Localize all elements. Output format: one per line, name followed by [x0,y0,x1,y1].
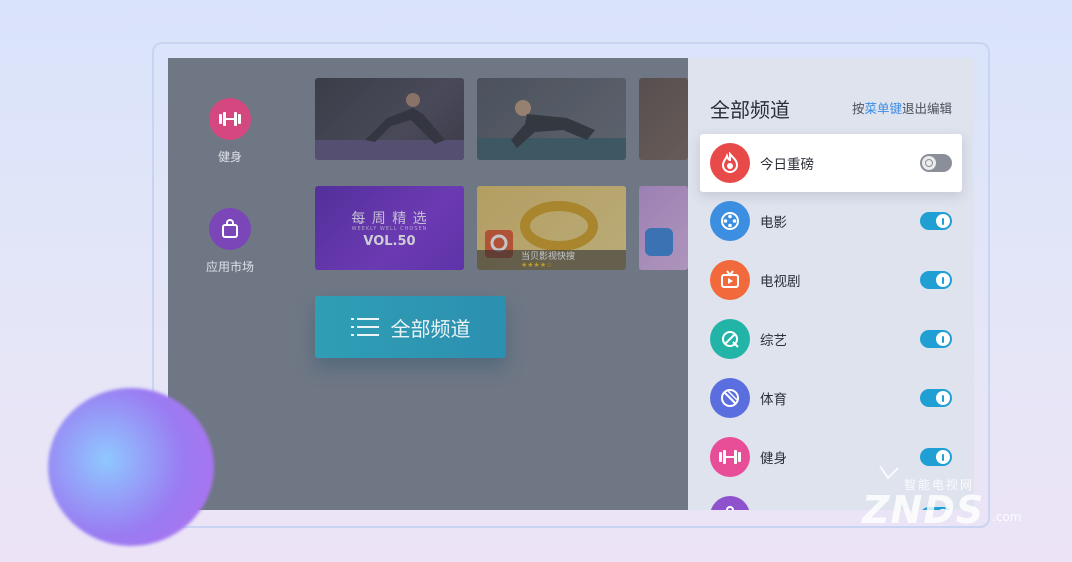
channel-row-variety[interactable]: 综艺 [700,310,962,368]
panel-hint: 按菜单键退出编辑 [852,98,952,117]
fitness-video-tile-3[interactable] [639,78,688,160]
shopping-bag-icon [209,208,251,250]
left-nav-item-app-market[interactable]: 应用市场 [170,208,290,275]
channel-row-movie[interactable]: 电影 [700,192,962,250]
channel-toggle[interactable] [920,271,952,289]
tv-screen: 健身 应用市场 每 周 精 选 WEEKLY WELL CHOSEN VOL.5… [168,58,974,510]
panel-title: 全部频道 [710,94,790,123]
app-promo-tile[interactable]: 当贝影视快搜 ★★★★☆ [477,186,626,270]
channel-row-headline[interactable]: 今日重磅 [700,134,962,192]
tv-icon [710,260,750,300]
weekly-picks-banner[interactable]: 每 周 精 选 WEEKLY WELL CHOSEN VOL.50 [315,186,464,270]
channel-toggle[interactable] [920,330,952,348]
channel-label: 体育 [760,388,787,408]
channel-toggle[interactable] [920,212,952,230]
channel-label: 健身 [760,447,787,467]
variety-icon [710,319,750,359]
channel-label: 综艺 [760,329,787,349]
channel-edit-panel: 全部频道 按菜单键退出编辑 今日重磅 电影 电视剧 [688,58,974,510]
shopping-bag-icon [710,496,750,510]
ball-icon [710,378,750,418]
dumbbell-icon [710,437,750,477]
channel-row-tv-series[interactable]: 电视剧 [700,251,962,309]
all-channels-button-label: 全部频道 [391,313,471,342]
channel-label: 电影 [760,211,787,231]
dumbbell-icon [209,98,251,140]
film-reel-icon [710,201,750,241]
list-menu-icon [351,316,379,338]
app-promo-tile-partial[interactable] [639,186,688,270]
channel-label: 今日重磅 [760,153,814,173]
left-nav-label: 健身 [170,148,290,165]
channel-toggle[interactable] [920,389,952,407]
decorative-gradient-circle [48,388,214,546]
left-nav-label: 应用市场 [170,258,290,275]
fire-icon [710,143,750,183]
znds-watermark: 智能电视网 ZNDS .com [860,462,1030,532]
channel-toggle[interactable] [920,154,952,172]
channel-row-sports[interactable]: 体育 [700,369,962,427]
left-nav-item-fitness[interactable]: 健身 [170,98,290,165]
fitness-video-tile-2[interactable] [477,78,626,160]
fitness-video-tile-1[interactable] [315,78,464,160]
all-channels-button[interactable]: 全部频道 [315,296,506,358]
channel-label: 电视剧 [760,270,801,290]
